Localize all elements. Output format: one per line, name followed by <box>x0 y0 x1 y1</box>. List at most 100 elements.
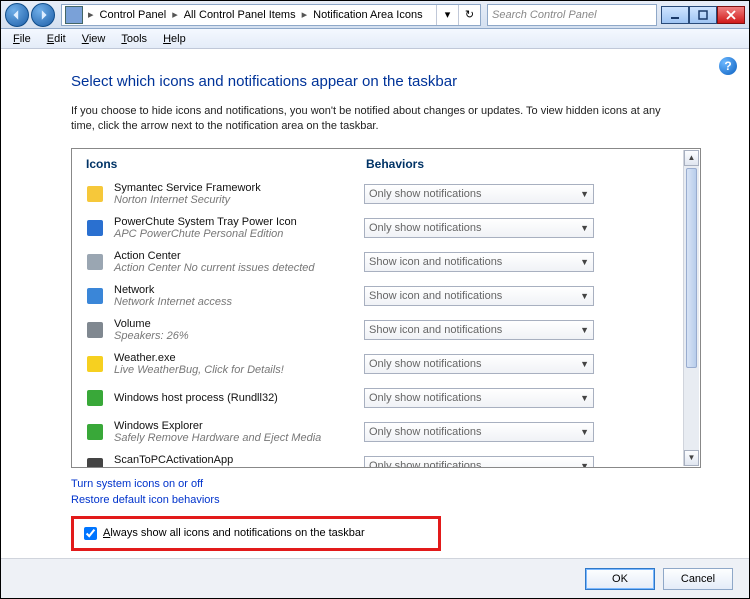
back-button[interactable] <box>5 3 29 27</box>
behavior-select[interactable]: Only show notifications▼ <box>364 456 594 467</box>
behavior-value: Show icon and notifications <box>369 324 502 336</box>
item-subtext: Network Internet access <box>114 296 364 308</box>
address-bar[interactable]: ▸ Control Panel ▸ All Control Panel Item… <box>61 4 481 26</box>
chevron-right-icon[interactable]: ▸ <box>300 8 310 21</box>
app-icon <box>86 457 104 467</box>
behavior-select[interactable]: Show icon and notifications▼ <box>364 252 594 272</box>
menu-bar: File Edit View Tools Help <box>1 29 749 49</box>
behavior-select[interactable]: Show icon and notifications ▼ <box>364 320 594 340</box>
maximize-button[interactable] <box>689 6 717 24</box>
column-header-icons: Icons <box>86 157 366 171</box>
chevron-down-icon: ▼ <box>580 427 589 437</box>
menu-view[interactable]: View <box>74 33 114 45</box>
app-icon <box>86 423 104 441</box>
chevron-down-icon: ▼ <box>580 461 589 467</box>
chevron-down-icon: ▼ <box>580 359 589 369</box>
behavior-select[interactable]: Only show notifications ▼ <box>364 354 594 374</box>
page-title: Select which icons and notifications app… <box>71 73 701 90</box>
always-show-label[interactable]: Always show all icons and notifications … <box>84 527 428 540</box>
refresh-icon[interactable]: ↻ <box>458 5 480 25</box>
help-icon[interactable]: ? <box>719 57 737 75</box>
always-show-row: Always show all icons and notifications … <box>71 516 441 551</box>
item-subtext: Safely Remove Hardware and Eject Media <box>114 432 364 444</box>
list-item: ScanToPCActivationAppScan to Computer is… <box>86 449 668 467</box>
column-header-behaviors: Behaviors <box>366 157 424 171</box>
behavior-select[interactable]: Show icon and notifications▼ <box>364 286 594 306</box>
forward-button[interactable] <box>31 3 55 27</box>
behavior-value: Only show notifications <box>369 426 482 438</box>
list-item: PowerChute System Tray Power IconAPC Pow… <box>86 211 668 245</box>
scroll-up-icon[interactable]: ▲ <box>684 150 699 166</box>
list-item: Windows host process (Rundll32)Only show… <box>86 381 668 415</box>
menu-edit[interactable]: Edit <box>39 33 74 45</box>
search-input[interactable]: Search Control Panel <box>487 4 657 26</box>
item-name: Action Center <box>114 250 364 262</box>
chevron-down-icon: ▼ <box>580 325 589 335</box>
chevron-right-icon[interactable]: ▸ <box>86 8 96 21</box>
app-icon <box>86 389 104 407</box>
breadcrumb-notification-area[interactable]: Notification Area Icons <box>309 9 426 21</box>
item-subtext: Norton Internet Security <box>114 194 364 206</box>
item-name: Volume <box>114 318 364 330</box>
behavior-value: Only show notifications <box>369 188 482 200</box>
list-item: Windows ExplorerSafely Remove Hardware a… <box>86 415 668 449</box>
app-icon <box>86 185 104 203</box>
scroll-down-icon[interactable]: ▼ <box>684 450 699 466</box>
behavior-value: Only show notifications <box>369 392 482 404</box>
link-restore-defaults[interactable]: Restore default icon behaviors <box>71 494 220 506</box>
app-icon <box>86 253 104 271</box>
app-icon <box>86 355 104 373</box>
link-system-icons[interactable]: Turn system icons on or off <box>71 478 203 490</box>
behavior-value: Show icon and notifications <box>369 290 502 302</box>
item-subtext: Scan to Computer is currently unavailabl… <box>114 466 364 467</box>
list-item: Symantec Service FrameworkNorton Interne… <box>86 177 668 211</box>
behavior-select[interactable]: Only show notifications ▼ <box>364 422 594 442</box>
scrollbar[interactable]: ▲ ▼ <box>683 150 699 466</box>
content-area: ? Select which icons and notifications a… <box>1 49 749 558</box>
scroll-thumb[interactable] <box>686 168 697 368</box>
always-show-checkbox[interactable] <box>84 527 97 540</box>
item-name: ScanToPCActivationApp <box>114 454 364 466</box>
breadcrumb-control-panel[interactable]: Control Panel <box>96 9 171 21</box>
item-name: Windows Explorer <box>114 420 364 432</box>
icon-list: Symantec Service FrameworkNorton Interne… <box>72 177 682 467</box>
list-item: NetworkNetwork Internet accessShow icon … <box>86 279 668 313</box>
item-subtext: Action Center No current issues detected <box>114 262 364 274</box>
close-button[interactable] <box>717 6 745 24</box>
behavior-select[interactable]: Only show notifications ▼ <box>364 388 594 408</box>
item-subtext: Live WeatherBug, Click for Details! <box>114 364 364 376</box>
chevron-right-icon[interactable]: ▸ <box>170 8 180 21</box>
app-icon <box>86 321 104 339</box>
menu-help[interactable]: Help <box>155 33 194 45</box>
menu-tools[interactable]: Tools <box>113 33 155 45</box>
behavior-value: Only show notifications <box>369 358 482 370</box>
item-subtext: Speakers: 26% <box>114 330 364 342</box>
ok-button[interactable]: OK <box>585 568 655 590</box>
item-name: Windows host process (Rundll32) <box>114 392 364 404</box>
behavior-select[interactable]: Only show notifications ▼ <box>364 184 594 204</box>
app-icon <box>86 287 104 305</box>
list-item: Action CenterAction Center No current is… <box>86 245 668 279</box>
breadcrumb-all-items[interactable]: All Control Panel Items <box>180 9 300 21</box>
always-show-text: Always show all icons and notifications … <box>103 527 365 539</box>
chevron-down-icon: ▼ <box>580 257 589 267</box>
minimize-button[interactable] <box>661 6 689 24</box>
cancel-button[interactable]: Cancel <box>663 568 733 590</box>
item-name: Network <box>114 284 364 296</box>
item-name: Symantec Service Framework <box>114 182 364 194</box>
search-placeholder: Search Control Panel <box>492 9 597 21</box>
app-icon <box>86 219 104 237</box>
titlebar: ▸ Control Panel ▸ All Control Panel Item… <box>1 1 749 29</box>
behavior-select[interactable]: Only show notifications ▼ <box>364 218 594 238</box>
item-name: Weather.exe <box>114 352 364 364</box>
icon-list-box: Icons Behaviors Symantec Service Framewo… <box>71 148 701 468</box>
dropdown-history-icon[interactable]: ▾ <box>436 5 458 25</box>
item-subtext: APC PowerChute Personal Edition <box>114 228 364 240</box>
chevron-down-icon: ▼ <box>580 223 589 233</box>
list-item: Weather.exeLive WeatherBug, Click for De… <box>86 347 668 381</box>
chevron-down-icon: ▼ <box>580 393 589 403</box>
behavior-value: Only show notifications <box>369 222 482 234</box>
list-item: VolumeSpeakers: 26%Show icon and notific… <box>86 313 668 347</box>
chevron-down-icon: ▼ <box>580 189 589 199</box>
menu-file[interactable]: File <box>5 33 39 45</box>
